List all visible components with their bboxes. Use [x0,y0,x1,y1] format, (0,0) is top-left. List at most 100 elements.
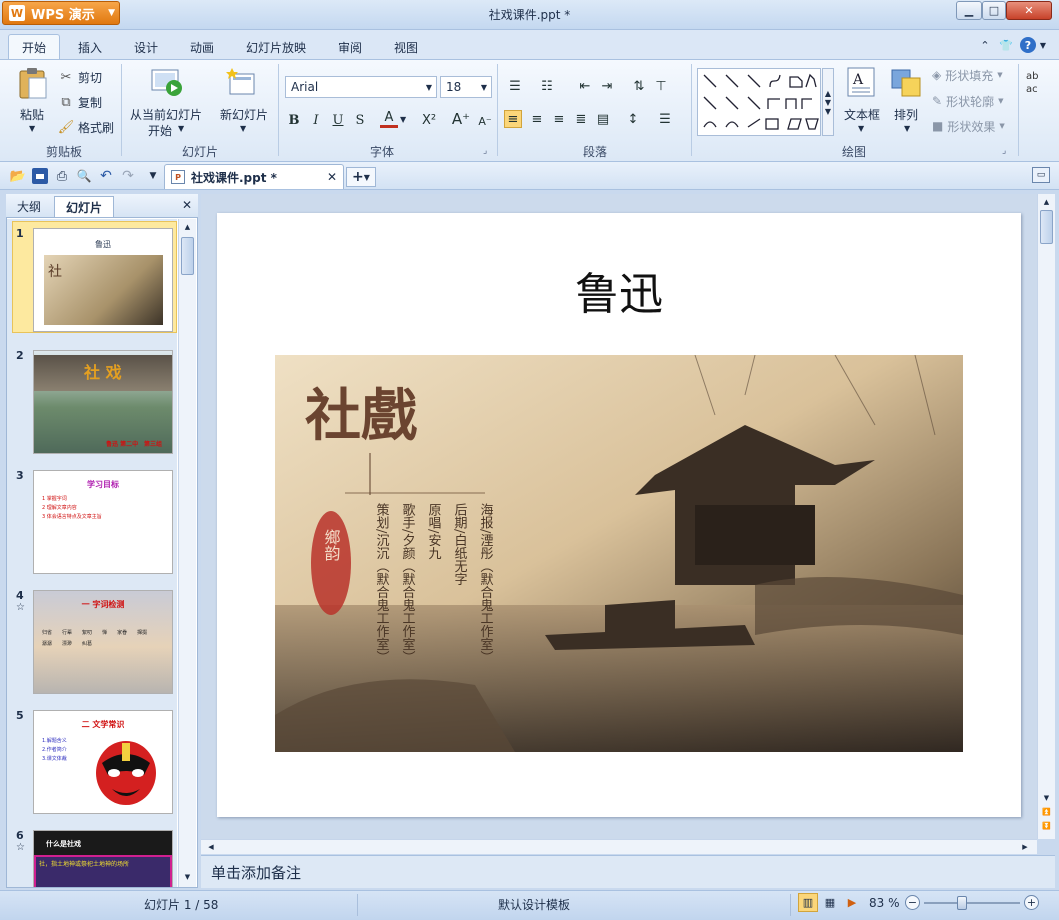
close-tab-icon[interactable]: ✕ [327,170,337,184]
editor-vertical-scrollbar[interactable]: ▲ ▼ ⏫ ⏬ [1037,194,1055,839]
tab-outline[interactable]: 大纲 [8,196,50,217]
save-icon[interactable] [32,168,48,184]
justify-icon[interactable]: ≣ [572,110,590,128]
slide-sorter-icon[interactable]: ▦ [820,893,840,912]
print-preview-icon[interactable]: 🔍 [76,168,92,184]
shape-fill-button[interactable]: ◈ 形状填充 ▼ [932,66,1003,84]
customize-toolbar-icon[interactable]: ▼ [146,168,160,184]
scroll-thumb[interactable] [1040,210,1053,244]
skin-icon[interactable]: 👕 [998,38,1014,52]
align-text-icon[interactable]: ⊤ [652,77,670,95]
slide-thumbnail-3[interactable]: 3 学习目标 1 掌握字词 2 理解文章内容 3 体会语言特点及文章主旨 [12,463,177,575]
scroll-left-icon[interactable]: ◀ [205,841,217,853]
underline-button[interactable]: U [329,111,347,129]
font-color-icon[interactable]: A [380,110,398,128]
maximize-button[interactable]: □ [982,1,1006,20]
arrange-button[interactable]: 排列 ▼ [888,66,928,140]
scroll-up-icon[interactable]: ▲ [181,221,194,233]
tab-slides[interactable]: 幻灯片 [54,196,114,217]
scroll-thumb[interactable] [181,237,194,275]
cut-button[interactable]: ✂ 剪切 [58,67,102,87]
help-icon[interactable]: ? [1020,37,1036,53]
more-tools-icon[interactable]: ab ac [1026,70,1038,96]
italic-button[interactable]: I [307,111,325,129]
tab-review[interactable]: 审阅 [328,36,372,58]
open-folder-icon[interactable]: 📂 [10,168,26,184]
slide-thumbnail-6[interactable]: 6 ☆ 什么是社戏 社，指土地神或祭祀土地神的场所 [12,823,177,887]
align-center-icon[interactable]: ≡ [528,110,546,128]
zoom-slider-track[interactable] [924,902,1020,904]
print-icon[interactable]: ⎙ [54,168,70,184]
thumb-title: 什么是社戏 [46,840,81,848]
bold-button[interactable]: B [285,111,303,129]
tab-view[interactable]: 视图 [384,36,428,58]
slide-thumbnail-4[interactable]: 4 ☆ 一 字词检测 归省 行辈 絮叨 惮 家眷 撺掇 潺潺 漂渺 纠葛 [12,583,177,695]
slide-thumbnail-5[interactable]: 5 二 文学常识 1.解题含义 2.作者简介 3.课文体裁 [12,703,177,815]
text-direction-icon[interactable]: ⇅ [630,77,648,95]
zoom-slider-thumb[interactable] [957,896,967,910]
next-slide-icon[interactable]: ⏬ [1040,820,1053,832]
editor-horizontal-scrollbar[interactable]: ◀ ▶ [201,839,1037,854]
shape-effect-button[interactable]: ■ 形状效果 ▼ [932,117,1005,135]
undo-icon[interactable]: ↶ [98,168,114,184]
tab-design[interactable]: 设计 [124,36,168,58]
align-right-icon[interactable]: ≡ [550,110,568,128]
collapse-ribbon-icon[interactable]: ⌃ [978,38,992,52]
tab-start[interactable]: 开始 [8,34,60,59]
close-pane-icon[interactable]: ✕ [180,198,194,212]
align-left-icon[interactable]: ≡ [504,110,522,128]
paste-button[interactable]: 粘贴 ▼ [14,66,54,148]
shadow-button[interactable]: S [351,111,369,129]
zoom-out-icon[interactable]: − [905,895,920,910]
superscript-icon[interactable]: X² [420,111,438,129]
format-painter-button[interactable]: 🖌 格式刷 [58,117,114,137]
textbox-button[interactable]: A 文本框 ▼ [840,66,884,140]
from-current-slide-button[interactable]: 从当前幻灯片 开始 ▼ [126,66,208,140]
font-size-select[interactable]: 18 ▼ [440,76,492,98]
zoom-in-icon[interactable]: + [1024,895,1039,910]
thumbnail-scrollbar[interactable]: ▲ ▼ [178,219,196,887]
app-menu-button[interactable]: W WPS 演示 ▼ [2,1,120,25]
scroll-down-icon[interactable]: ▼ [1040,792,1053,804]
document-tab[interactable]: P 社戏课件.ppt * ✕ [164,164,344,189]
bullet-list-icon[interactable]: ☰ [506,77,524,95]
slideshow-icon[interactable]: ▶ [842,893,862,912]
line-spacing-icon[interactable]: ↕ [624,110,642,128]
normal-view-icon[interactable]: ▥ [798,893,818,912]
redo-icon[interactable]: ↷ [120,168,136,184]
slide-title[interactable]: 鲁迅 [217,258,1021,322]
shrink-font-icon[interactable]: A⁻ [476,112,494,130]
copy-button[interactable]: ⧉ 复制 [58,92,102,112]
close-button[interactable]: ✕ [1006,1,1052,20]
increase-indent-icon[interactable]: ⇥ [598,77,616,95]
scroll-right-icon[interactable]: ▶ [1019,841,1031,853]
window-mode-icon[interactable]: ▭ [1032,167,1050,183]
scroll-up-icon[interactable]: ▲ [1040,196,1053,208]
tab-insert[interactable]: 插入 [68,36,112,58]
previous-slide-icon[interactable]: ⏫ [1040,806,1053,818]
slide-image[interactable]: 社戲 海报/湮彤（默合鬼工作室） 后期/白纸无字 原唱/安九 歌手/夕颜（默合鬼… [275,355,963,752]
slide-thumbnail-2[interactable]: 2 社 戏 鲁迅 第二中 第三组 [12,343,177,455]
grow-font-icon[interactable]: A⁺ [452,110,470,128]
shape-outline-button[interactable]: ✎ 形状轮廓 ▼ [932,92,1003,110]
scroll-down-icon[interactable]: ▼ [181,871,194,883]
numbered-list-icon[interactable]: ☷ [538,77,556,95]
font-name-select[interactable]: Arial ▼ [285,76,437,98]
minimize-button[interactable]: ▁ [956,1,982,20]
slide-thumbnail-1[interactable]: 1 鲁迅 社 [12,221,177,333]
dialog-launcher-icon[interactable]: ⌟ [1002,146,1006,156]
decrease-indent-icon[interactable]: ⇤ [576,77,594,95]
tab-animation[interactable]: 动画 [180,36,224,58]
chevron-down-icon[interactable]: ▼ [400,115,406,124]
tab-slideshow[interactable]: 幻灯片放映 [240,36,312,58]
shapes-gallery[interactable] [697,68,821,136]
notes-pane[interactable]: 单击添加备注 [201,855,1055,888]
dialog-launcher-icon[interactable]: ⌟ [483,146,487,156]
slide-number: 5 [16,709,24,722]
columns-icon[interactable]: ☰ [656,110,674,128]
help-dropdown-icon[interactable]: ▼ [1038,38,1048,52]
new-tab-button[interactable]: + ▼ [346,167,376,187]
shapes-gallery-scroll[interactable]: ▲ ▼ ▼ [822,68,834,136]
new-slide-button[interactable]: 新幻灯片 ▼ [216,66,272,140]
distributed-icon[interactable]: ▤ [594,110,612,128]
